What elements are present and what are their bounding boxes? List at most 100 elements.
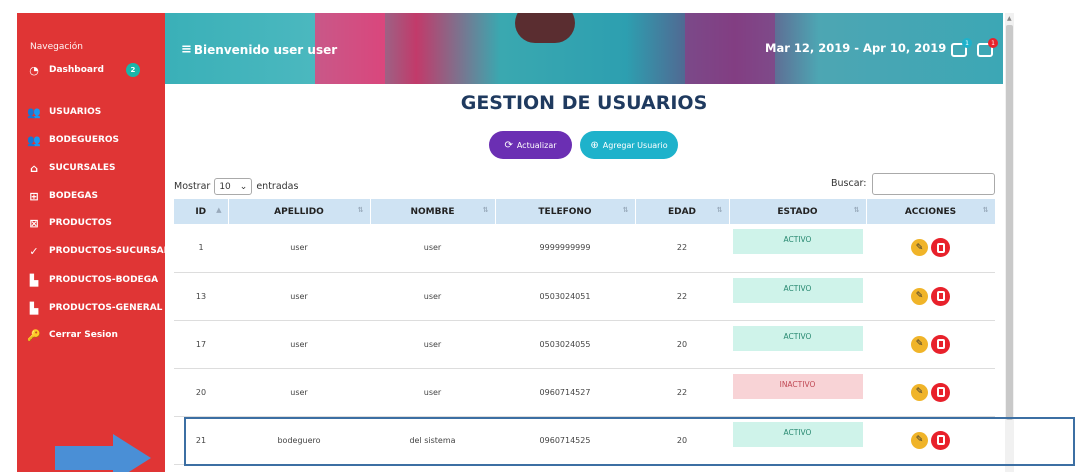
vertical-scrollbar[interactable]: ▲	[1005, 13, 1014, 472]
cell-estado: ACTIVO	[729, 416, 866, 465]
factory-icon: ▙	[29, 301, 39, 315]
status-badge: ACTIVO	[732, 229, 863, 255]
cell-telefono: 0960714527	[495, 368, 635, 417]
cell-acciones: ✎	[866, 272, 995, 321]
cell-estado: ACTIVO	[729, 320, 866, 369]
delete-icon[interactable]	[931, 382, 950, 402]
cell-apellido: bodeguero	[228, 416, 370, 465]
app-root: Navegación ◔ Dashboard 2 👥 USUARIOS 👥 BO…	[0, 0, 1075, 472]
sort-icon: ⇅	[982, 206, 989, 214]
header-bar: ≡ Bienvenido user user Mar 12, 2019 - Ap…	[165, 13, 1003, 84]
notification-icon[interactable]: 1	[951, 38, 972, 57]
search-label: Buscar:	[831, 178, 867, 189]
sidebar-item-dashboard[interactable]: ◔ Dashboard 2	[27, 63, 140, 77]
table-row: 17 user user 0503024055 20 ACTIVO ✎	[174, 320, 995, 369]
sidebar-item-label: Dashboard	[49, 65, 104, 75]
sidebar-item-label: BODEGUEROS	[49, 135, 120, 145]
date-range-picker[interactable]: Mar 12, 2019 - Apr 10, 2019	[765, 41, 946, 55]
cell-edad: 22	[635, 368, 729, 417]
table-header-row: ID ▲ APELLIDO ⇅ NOMBRE ⇅ TELEFONO ⇅ EDAD ⇅ ES…	[174, 199, 996, 224]
column-header-telefono[interactable]: TELEFONO ⇅	[495, 199, 636, 224]
entries-select-value: 10	[219, 181, 231, 192]
cell-acciones: ✎	[866, 320, 995, 369]
sort-icon: ⇅	[482, 206, 489, 214]
users-table: ID ▲ APELLIDO ⇅ NOMBRE ⇅ TELEFONO ⇅ EDAD ⇅ ES…	[174, 199, 996, 465]
cell-edad: 20	[635, 320, 729, 369]
entries-label: entradas	[256, 181, 299, 192]
sidebar-item-label: Cerrar Sesion	[49, 330, 118, 340]
sidebar-item-usuarios[interactable]: 👥 USUARIOS	[27, 105, 101, 119]
grid-icon: ⊞	[29, 189, 39, 203]
entries-select[interactable]: 10 ⌄	[214, 178, 253, 195]
refresh-label: Actualizar	[516, 140, 557, 150]
cell-estado: INACTIVO	[729, 368, 866, 417]
header-decoration	[685, 13, 775, 84]
notification-badge: 1	[962, 38, 972, 48]
nav-heading: Navegación	[30, 42, 83, 52]
cell-estado: ACTIVO	[729, 272, 866, 321]
column-header-nombre[interactable]: NOMBRE ⇅	[370, 199, 496, 224]
edit-icon[interactable]: ✎	[911, 335, 928, 353]
dashboard-icon: ◔	[29, 63, 39, 77]
status-badge: ACTIVO	[732, 325, 863, 351]
refresh-button[interactable]: ⟳ Actualizar	[489, 131, 572, 159]
sidebar-item-cerrar-sesion[interactable]: 🔑 Cerrar Sesion	[27, 328, 118, 342]
inbox-badge: 1	[988, 38, 998, 48]
sidebar-item-productos-sucursal[interactable]: ✓ PRODUCTOS-SUCURSAL	[27, 244, 169, 258]
edit-icon[interactable]: ✎	[911, 287, 928, 305]
hamburger-icon: ≡	[181, 42, 192, 57]
column-header-apellido[interactable]: APELLIDO ⇅	[228, 199, 371, 224]
sidebar-item-bodegas[interactable]: ⊞ BODEGAS	[27, 189, 98, 203]
users-icon: 👥	[27, 105, 41, 119]
cell-id: 13	[174, 272, 228, 321]
column-header-edad[interactable]: EDAD ⇅	[635, 199, 730, 224]
delete-icon[interactable]	[931, 238, 950, 258]
dashboard-badge: 2	[125, 63, 140, 77]
inbox-icon[interactable]: 1	[977, 38, 998, 57]
table-row: 20 user user 0960714527 22 INACTIVO ✎	[174, 368, 995, 417]
menu-toggle-button[interactable]: ≡ Bienvenido user user	[181, 42, 337, 57]
factory-icon: ▙	[29, 273, 39, 287]
box-icon: ⊠	[29, 216, 39, 230]
edit-icon[interactable]: ✎	[911, 239, 928, 257]
page-title: GESTION DE USUARIOS	[460, 92, 708, 114]
table-row: 21 bodeguero del sistema 0960714525 20 A…	[174, 416, 995, 465]
table-row: 1 user user 9999999999 22 ACTIVO ✎	[174, 224, 995, 273]
arrow-right-icon	[55, 434, 151, 472]
scrollbar-thumb[interactable]	[1006, 25, 1013, 420]
cell-acciones: ✎	[866, 224, 995, 273]
key-icon: 🔑	[27, 328, 41, 342]
column-header-estado[interactable]: ESTADO ⇅	[729, 199, 867, 224]
cell-telefono: 0503024055	[495, 320, 635, 369]
cell-telefono: 0960714525	[495, 416, 635, 465]
sidebar-item-sucursales[interactable]: ⌂ SUCURSALES	[27, 161, 115, 175]
cell-edad: 20	[635, 416, 729, 465]
delete-icon[interactable]	[931, 430, 950, 450]
edit-icon[interactable]: ✎	[911, 383, 928, 401]
search-input[interactable]	[872, 173, 995, 195]
sidebar-item-productos-bodega[interactable]: ▙ PRODUCTOS-BODEGA	[27, 273, 158, 287]
edit-icon[interactable]: ✎	[911, 431, 928, 449]
delete-icon[interactable]	[931, 286, 950, 306]
cell-id: 1	[174, 224, 228, 273]
sidebar-item-productos-general[interactable]: ▙ PRODUCTOS-GENERAL	[27, 301, 163, 315]
column-header-id[interactable]: ID ▲	[174, 199, 229, 224]
add-user-button[interactable]: ⊕ Agregar Usuario	[580, 131, 678, 159]
cell-acciones: ✎	[866, 416, 995, 465]
sidebar-item-bodegueros[interactable]: 👥 BODEGUEROS	[27, 133, 119, 147]
chevron-down-icon: ⌄	[239, 181, 248, 192]
delete-icon[interactable]	[931, 334, 950, 354]
cell-estado: ACTIVO	[729, 224, 866, 273]
cell-acciones: ✎	[866, 368, 995, 417]
entries-length-control: Mostrar 10 ⌄ entradas	[174, 178, 298, 195]
show-label: Mostrar	[174, 181, 211, 192]
check-icon: ✓	[29, 244, 39, 258]
welcome-text: Bienvenido user user	[193, 42, 338, 57]
scroll-up-icon[interactable]: ▲	[1007, 15, 1012, 22]
cell-apellido: user	[228, 272, 370, 321]
add-user-label: Agregar Usuario	[602, 140, 668, 150]
column-header-acciones[interactable]: ACCIONES ⇅	[866, 199, 996, 224]
sidebar-item-label: PRODUCTOS	[49, 218, 112, 228]
status-badge: ACTIVO	[732, 277, 863, 303]
sidebar-item-productos[interactable]: ⊠ PRODUCTOS	[27, 216, 112, 230]
